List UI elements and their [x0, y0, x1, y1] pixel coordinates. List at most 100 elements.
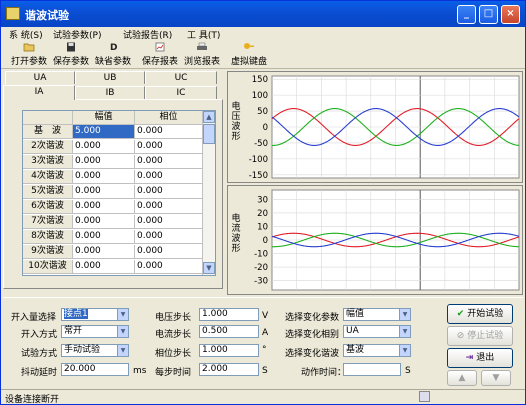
- amplitude-cell[interactable]: 0.000: [73, 185, 135, 198]
- chevron-down-icon: ▼: [117, 326, 128, 337]
- chevron-down-icon: ▼: [117, 345, 128, 356]
- scroll-up-arrow[interactable]: ▲: [203, 111, 215, 123]
- current-ytick-label: 20: [257, 209, 268, 219]
- current-chart: 30 20 10 0 -10 -20 -30: [254, 189, 520, 291]
- phase-cell[interactable]: 0.000: [135, 200, 203, 213]
- phase-cell[interactable]: 0.000: [135, 155, 203, 168]
- virtual-keyboard-button[interactable]: 虚拟键盘: [229, 42, 269, 67]
- table-row[interactable]: 9次谐波 0.000 0.000: [23, 245, 203, 259]
- close-button[interactable]: ×: [501, 5, 520, 24]
- debounce-input[interactable]: 20.000: [61, 363, 129, 376]
- phase-cell[interactable]: 0.000: [135, 125, 203, 138]
- voltage-step-unit: V: [262, 311, 269, 321]
- move-up-button[interactable]: ▲: [447, 370, 477, 386]
- table-row[interactable]: 2次谐波 0.000 0.000: [23, 140, 203, 154]
- test-mode-label: 试验方式: [21, 349, 58, 359]
- tab-ic[interactable]: IC: [145, 86, 217, 99]
- amplitude-cell[interactable]: 0.000: [73, 155, 135, 168]
- stop-test-button[interactable]: ⊘ 停止试验: [447, 326, 513, 346]
- table-row[interactable]: 3次谐波 0.000 0.000: [23, 155, 203, 169]
- row-label: 10次谐波: [23, 260, 73, 273]
- voltage-ytick-label: -100: [249, 155, 268, 165]
- row-label: 基 波: [23, 125, 73, 138]
- input-select-label: 开入量选择: [11, 313, 57, 323]
- phase-cell[interactable]: 0.000: [135, 230, 203, 243]
- tab-ua[interactable]: UA: [5, 71, 75, 84]
- var-harmonic-dropdown[interactable]: 基波 ▼: [343, 344, 411, 357]
- menu-test-params[interactable]: 试验参数(P): [53, 28, 101, 41]
- current-step-unit: A: [262, 328, 269, 338]
- amplitude-cell[interactable]: 0.000: [73, 260, 135, 273]
- var-phase-dropdown[interactable]: UA ▼: [343, 325, 411, 338]
- tab-ia[interactable]: IA: [3, 85, 75, 100]
- printer-icon: [197, 42, 207, 50]
- table-row[interactable]: 基 波 5.000 0.000: [23, 125, 203, 139]
- table-row[interactable]: 6次谐波 0.000 0.000: [23, 200, 203, 214]
- start-test-button[interactable]: ✔ 开始试验: [447, 304, 513, 324]
- default-icon: D: [110, 43, 117, 52]
- minimize-button[interactable]: _: [457, 5, 476, 24]
- step-time-unit: S: [262, 366, 268, 376]
- table-scrollbar[interactable]: ▲ ▼: [202, 111, 215, 275]
- step-time-input[interactable]: 2.000: [199, 363, 259, 376]
- amplitude-cell[interactable]: 5.000: [73, 125, 135, 138]
- amplitude-cell[interactable]: 0.000: [73, 215, 135, 228]
- phase-cell[interactable]: 0.000: [135, 170, 203, 183]
- amplitude-cell[interactable]: 0.000: [73, 140, 135, 153]
- input-select-dropdown[interactable]: 接点1 ▼: [61, 308, 129, 321]
- row-label: 8次谐波: [23, 230, 73, 243]
- header-amplitude: 幅值: [73, 111, 135, 124]
- tab-ib[interactable]: IB: [75, 86, 145, 99]
- open-params-button[interactable]: 打开参数: [11, 42, 47, 67]
- browse-report-button[interactable]: 浏览报表: [183, 42, 221, 67]
- current-step-label: 电流步长: [155, 330, 192, 340]
- save-params-button[interactable]: 保存参数: [53, 42, 89, 67]
- phase-cell[interactable]: 0.000: [135, 245, 203, 258]
- amplitude-cell[interactable]: 0.000: [73, 245, 135, 258]
- table-row[interactable]: 5次谐波 0.000 0.000: [23, 185, 203, 199]
- amplitude-cell[interactable]: 0.000: [73, 200, 135, 213]
- move-down-button[interactable]: ▼: [481, 370, 511, 386]
- maximize-button[interactable]: □: [479, 5, 498, 24]
- phase-step-label: 相位步长: [155, 349, 192, 359]
- var-param-dropdown[interactable]: 幅值 ▼: [343, 308, 411, 321]
- voltage-chart: 150 100 50 0 -50 -100 -150: [249, 75, 520, 181]
- phase-cell[interactable]: 0.000: [135, 140, 203, 153]
- voltage-step-input[interactable]: 1.000: [199, 308, 259, 321]
- phase-cell[interactable]: 0.000: [135, 215, 203, 228]
- current-chart-panel: 电流波形 30 20 10 0 -10 -20 -30: [227, 185, 523, 295]
- current-ytick-label: 30: [257, 195, 268, 205]
- phase-cell[interactable]: 0.000: [135, 260, 203, 273]
- exit-button[interactable]: ⇥ 退出: [447, 348, 513, 368]
- svg-text:D: D: [110, 43, 117, 52]
- voltage-ytick-label: -150: [249, 171, 268, 181]
- phase-step-input[interactable]: 1.000: [199, 344, 259, 357]
- phase-cell[interactable]: 0.000: [135, 185, 203, 198]
- amplitude-cell[interactable]: 0.000: [73, 230, 135, 243]
- tab-ub[interactable]: UB: [75, 71, 145, 84]
- table-row[interactable]: 4次谐波 0.000 0.000: [23, 170, 203, 184]
- menu-system[interactable]: 系 统(S): [9, 28, 43, 41]
- save-report-button[interactable]: 保存报表: [141, 42, 179, 67]
- row-label: 4次谐波: [23, 170, 73, 183]
- input-mode-dropdown[interactable]: 常开 ▼: [61, 325, 129, 338]
- folder-open-icon: [23, 43, 35, 52]
- scroll-thumb[interactable]: [203, 124, 215, 144]
- phase-step-unit: °: [262, 345, 267, 355]
- scroll-down-arrow[interactable]: ▼: [203, 262, 215, 274]
- current-step-input[interactable]: 0.500: [199, 325, 259, 338]
- default-params-button[interactable]: D 缺省参数: [95, 42, 131, 67]
- test-mode-dropdown[interactable]: 手动试验 ▼: [61, 344, 129, 357]
- table-row[interactable]: 8次谐波 0.000 0.000: [23, 230, 203, 244]
- chevron-down-icon: ▼: [399, 345, 410, 356]
- table-row[interactable]: 7次谐波 0.000 0.000: [23, 215, 203, 229]
- tab-uc[interactable]: UC: [145, 71, 217, 84]
- table-row[interactable]: 10次谐波 0.000 0.000: [23, 260, 203, 274]
- menu-tools[interactable]: 工 具(T): [187, 28, 220, 41]
- door-exit-icon: ⇥: [465, 353, 474, 363]
- title-bar: 谐波试验 _ □ ×: [1, 1, 525, 27]
- voltage-ytick-label: 50: [257, 107, 268, 117]
- menu-test-report[interactable]: 试验报告(R): [123, 28, 172, 41]
- amplitude-cell[interactable]: 0.000: [73, 170, 135, 183]
- key-icon: [244, 43, 254, 49]
